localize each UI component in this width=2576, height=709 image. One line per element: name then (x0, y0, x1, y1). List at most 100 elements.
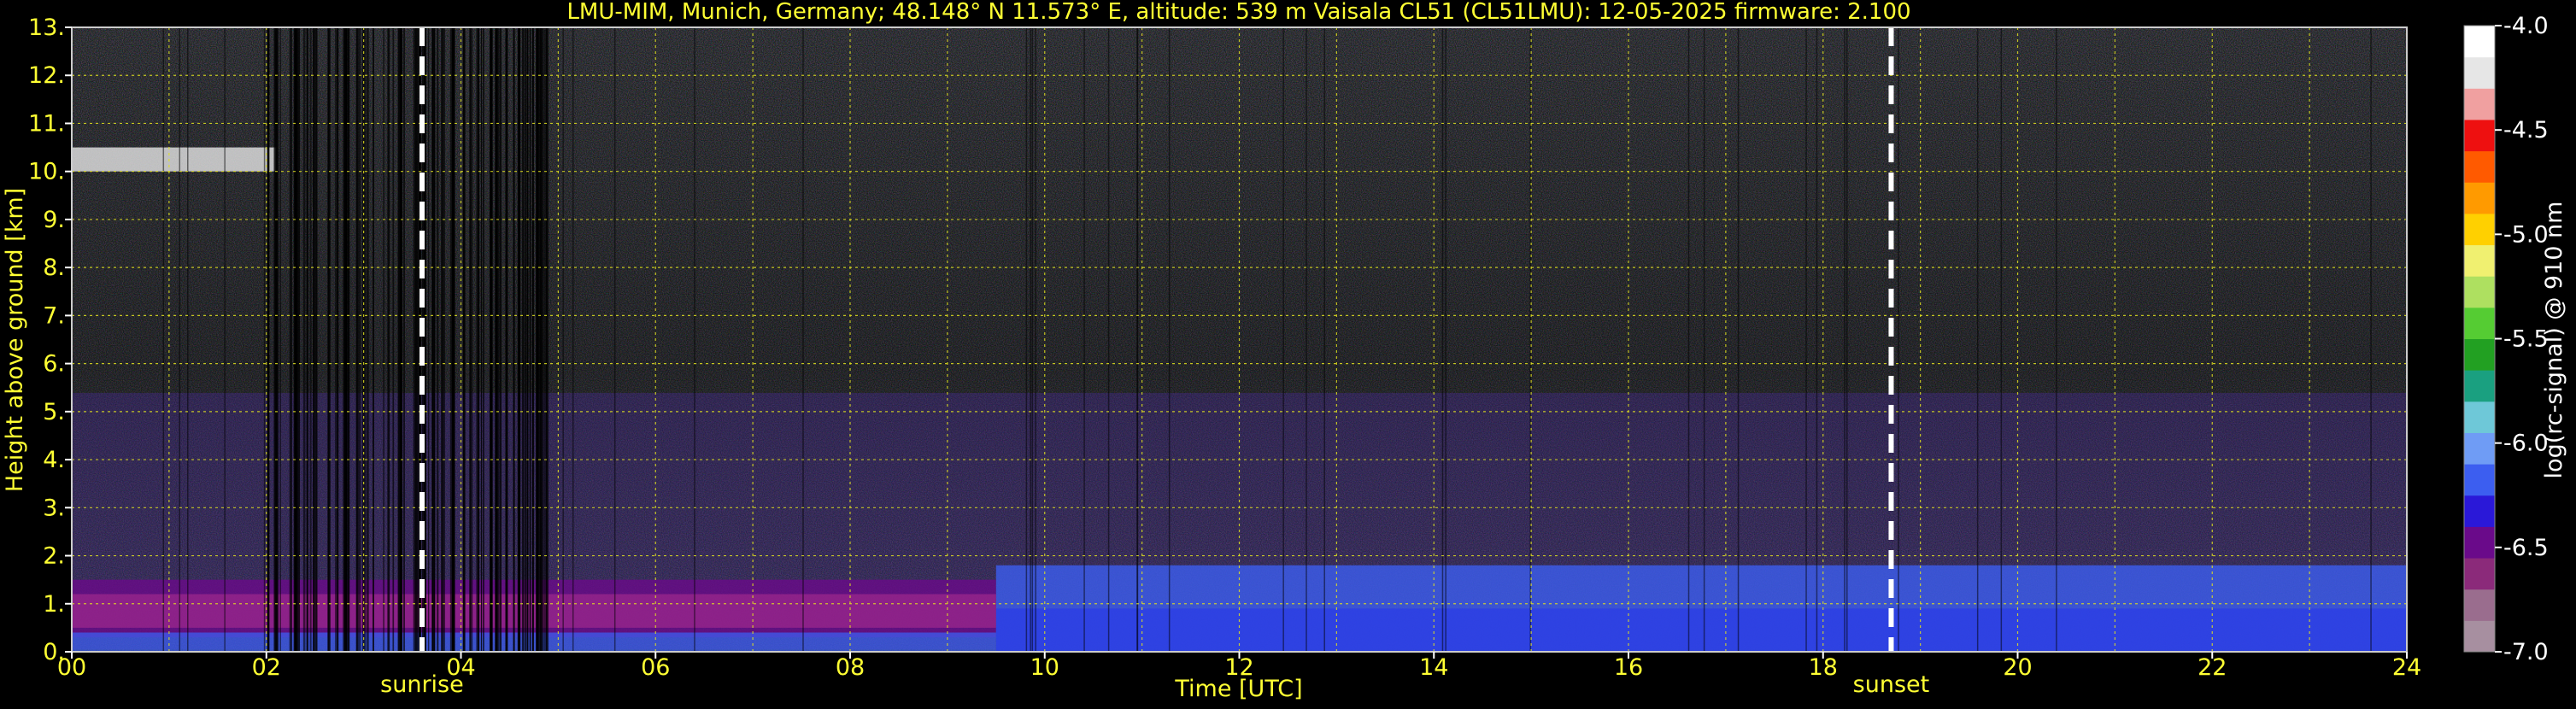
colorbar-segment (2464, 620, 2495, 653)
data-gap-stripe (383, 27, 384, 652)
data-gap-stripe (1035, 27, 1036, 652)
y-tick-label: 8. (43, 255, 65, 281)
colorbar-segment (2464, 401, 2495, 433)
colorbar-label: log(rc-signal) @ 910 nm (2541, 202, 2567, 479)
colorbar-segment (2464, 244, 2495, 277)
ceilometer-chart: sunrise sunset 00 02 04 06 08 10 12 14 16 18 20 22 24… (0, 0, 2576, 706)
data-gap-stripe (482, 27, 484, 652)
colorbar-segment (2464, 432, 2495, 465)
data-gap-stripe (2000, 27, 2003, 652)
data-gap-stripe (1846, 27, 1848, 652)
data-gap-stripe (480, 27, 483, 652)
data-gap-stripe (526, 27, 529, 652)
data-gap-stripe (431, 27, 434, 652)
y-tick-label: 11. (28, 110, 65, 137)
data-gap-stripe (469, 27, 471, 652)
data-gap-stripe (802, 27, 804, 652)
data-gap-stripe (539, 27, 543, 652)
colorbar-segment (2464, 338, 2495, 371)
data-gap-stripe (313, 27, 316, 652)
data-gap-stripe (224, 27, 226, 652)
data-gap-stripe (1323, 27, 1325, 652)
colorbar-segment (2464, 88, 2495, 120)
colorbar-tick-label: -4.0 (2503, 13, 2549, 39)
data-gap-stripe (489, 27, 493, 652)
data-gap-stripe (505, 27, 508, 652)
data-gap-stripe (453, 27, 455, 652)
data-gap-stripe (499, 27, 502, 652)
data-gap-stripe (296, 27, 301, 652)
colorbar-segment (2464, 526, 2495, 559)
boundary-layer-core (995, 608, 2407, 652)
surface-layer (72, 632, 996, 652)
data-gap-stripe (613, 27, 616, 652)
data-gap-stripe (562, 27, 564, 652)
data-gap-stripe (403, 27, 405, 652)
colorbar-segment (2464, 119, 2495, 152)
data-gap-stripe (413, 27, 417, 652)
data-gap-stripe (1816, 27, 1818, 652)
data-gap-stripe (513, 27, 515, 652)
colorbar-segment (2464, 589, 2495, 621)
y-tick-label: 10. (28, 159, 65, 185)
data-gap-stripe (1083, 27, 1085, 652)
data-gap-stripe (1282, 27, 1284, 652)
y-tick-label: 3. (43, 495, 65, 521)
x-tick-label: 18 (1809, 654, 1838, 681)
data-gap-stripe (1107, 27, 1110, 652)
x-tick-label: 14 (1419, 654, 1448, 681)
data-gap-stripe (373, 27, 374, 652)
y-tick-label: 4. (43, 447, 65, 473)
colorbar-segment (2464, 26, 2495, 58)
data-gap-stripe (387, 27, 390, 652)
data-gap-stripe (366, 27, 369, 652)
sunset-label: sunset (1853, 671, 1930, 698)
data-gap-stripe (162, 27, 165, 652)
data-gap-stripe (279, 27, 281, 652)
data-gap-stripe (1025, 27, 1028, 652)
colorbar-tick-label: -7.0 (2503, 639, 2549, 665)
data-gap-stripe (1898, 27, 1899, 652)
x-tick-label: 06 (641, 654, 670, 681)
colorbar-segment (2464, 182, 2495, 214)
colorbar-segment (2464, 495, 2495, 527)
x-tick-label: 10 (1030, 654, 1059, 681)
data-gap-stripe (343, 27, 346, 652)
chart-svg: sunrise sunset 00 02 04 06 08 10 12 14 16 18 20 22 24… (2, 0, 2567, 702)
data-gap-stripe (495, 27, 498, 652)
data-gap-stripe (519, 27, 520, 652)
data-gap-stripe (1031, 27, 1034, 652)
data-gap-stripe (1306, 27, 1307, 652)
data-gap-stripe (694, 27, 695, 652)
colorbar-segment (2464, 370, 2495, 402)
colorbar-segment (2464, 150, 2495, 183)
data-gap-stripe (1805, 27, 1807, 652)
y-tick-label: 2. (43, 543, 65, 570)
colorbar-segment (2464, 307, 2495, 339)
y-tick-label: 0. (43, 639, 65, 665)
data-gap-stripe (335, 27, 338, 652)
data-gap-stripe (187, 27, 189, 652)
data-gap-stripe (545, 27, 549, 652)
data-gap-stripe (1168, 27, 1171, 652)
data-gap-stripe (302, 27, 306, 652)
y-tick-label: 7. (43, 302, 65, 329)
data-gap-stripe (275, 27, 279, 652)
data-gap-stripe (263, 27, 266, 652)
colorbar-segment (2464, 558, 2495, 590)
data-gap-stripe (1687, 27, 1690, 652)
colorbar: -7.0-6.5-6.0-5.5-5.0-4.5-4.0 (2463, 13, 2549, 665)
data-gap-stripe (355, 27, 359, 652)
data-gap-stripe (327, 27, 330, 652)
colorbar-tick-label: -6.5 (2503, 535, 2549, 561)
colorbar-segment (2464, 276, 2495, 308)
colorbar-tick-label: -4.5 (2503, 117, 2549, 144)
colorbar-segment (2464, 464, 2495, 496)
data-gap-stripe (179, 27, 181, 652)
x-tick-label: 04 (446, 654, 475, 681)
data-gap-stripe (267, 27, 269, 652)
chart-title: LMU-MIM, Munich, Germany; 48.148° N 11.5… (566, 0, 1910, 25)
data-gap-stripe (427, 27, 430, 652)
data-gap-stripe (441, 27, 443, 652)
data-gap-stripe (309, 27, 312, 652)
